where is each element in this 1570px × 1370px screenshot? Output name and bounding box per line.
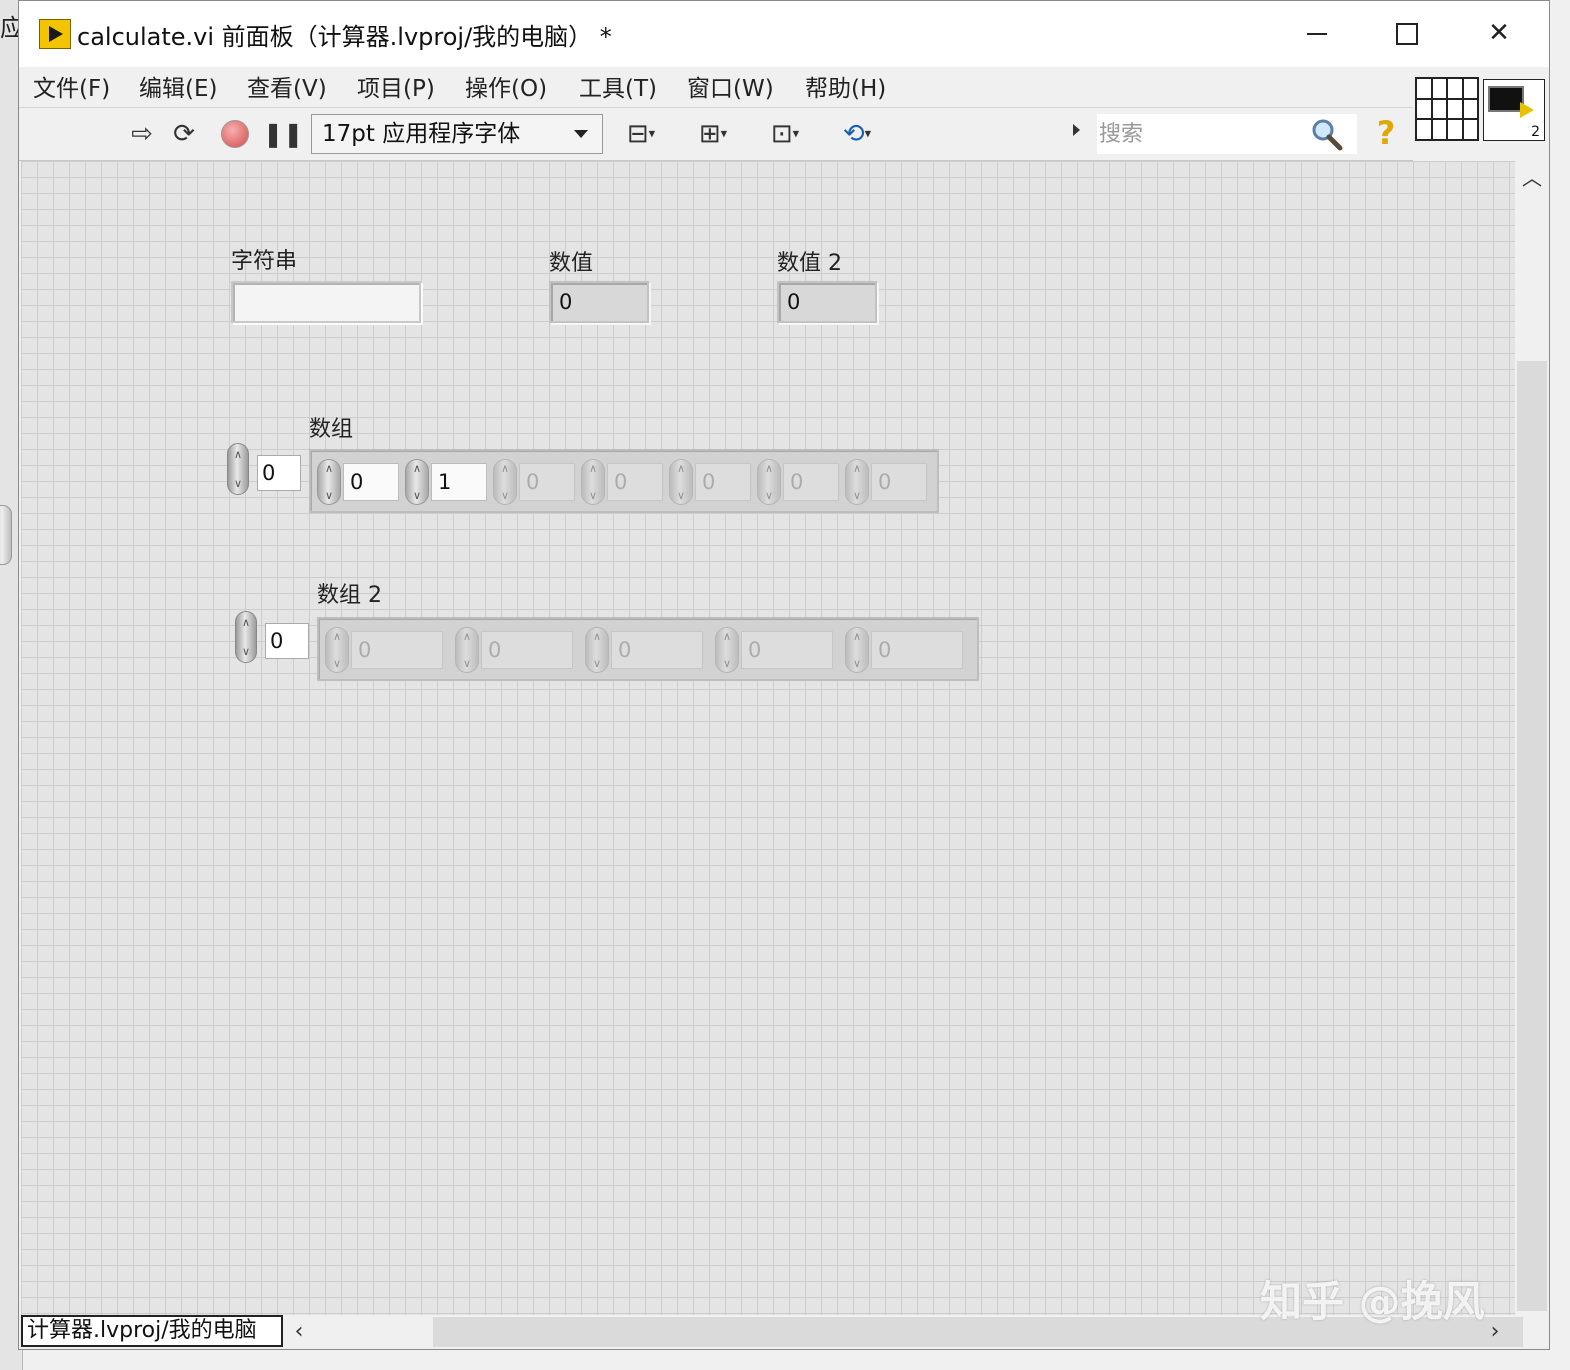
toolbar: ⇨ ⟳ ❚❚ 17pt 应用程序字体 ⊟▾ ⊞▾ ⊡▾ ⟲▾ ?	[19, 107, 1413, 161]
window-title: calculate.vi 前面板（计算器.lvproj/我的电脑） *	[77, 23, 612, 51]
array-2-element-value[interactable]: 0	[481, 631, 573, 669]
vertical-scrollbar[interactable]: ︿	[1515, 161, 1549, 1315]
menu-edit[interactable]: 编辑(E)	[139, 69, 217, 103]
chevron-down-icon	[574, 130, 588, 138]
array-2-element-stepper[interactable]	[455, 627, 479, 673]
menu-help[interactable]: 帮助(H)	[805, 69, 886, 103]
front-panel-canvas[interactable]: 字符串 数值 0 数值 2 0 数组 0 0100000 数组 2 0 0000…	[21, 161, 1515, 1315]
menu-project[interactable]: 项目(P)	[357, 69, 435, 103]
array-2-element[interactable]: 0	[585, 627, 711, 673]
minimize-icon	[1307, 32, 1327, 35]
array-2-element-value[interactable]: 0	[611, 631, 703, 669]
application-context-label: 计算器.lvproj/我的电脑	[21, 1315, 283, 1347]
array-1-label: 数组	[309, 417, 354, 442]
array-2-label: 数组 2	[317, 583, 382, 608]
distribute-objects-icon[interactable]: ⊞▾	[689, 118, 737, 150]
scroll-left-icon[interactable]: ‹	[287, 1317, 311, 1347]
array-1-element-value[interactable]: 1	[431, 463, 487, 501]
array-1-element-stepper[interactable]	[845, 459, 869, 505]
array-1-element-stepper[interactable]	[317, 459, 341, 505]
array-2-element[interactable]: 0	[845, 627, 971, 673]
vi-icon-pane[interactable]: 2	[1483, 79, 1545, 141]
array-2-element-stepper[interactable]	[845, 627, 869, 673]
array-1-element-stepper[interactable]	[757, 459, 781, 505]
font-select-value: 17pt 应用程序字体	[322, 121, 521, 147]
array-1-element[interactable]: 0	[845, 459, 929, 505]
array-1-element-value[interactable]: 0	[783, 463, 839, 501]
maximize-button[interactable]	[1367, 7, 1447, 59]
help-icon[interactable]: ?	[1371, 114, 1401, 152]
array-2-index[interactable]: 0	[265, 623, 309, 659]
string-control[interactable]	[231, 281, 421, 323]
array-1-element-stepper[interactable]	[581, 459, 605, 505]
array-1-element-value[interactable]: 0	[607, 463, 663, 501]
run-arrow-badge-icon	[1520, 102, 1534, 118]
watermark: 知乎 @挽风	[1260, 1277, 1485, 1326]
run-arrow-icon[interactable]: ⇨	[125, 118, 159, 150]
menu-file[interactable]: 文件(F)	[33, 69, 110, 103]
array-1-element-stepper[interactable]	[669, 459, 693, 505]
menu-bar: 文件(F) 编辑(E) 查看(V) 项目(P) 操作(O) 工具(T) 窗口(W…	[19, 67, 1413, 107]
array-1-element[interactable]: 0	[757, 459, 841, 505]
minimize-button[interactable]	[1277, 7, 1357, 59]
array-2-element[interactable]: 0	[325, 627, 451, 673]
scroll-up-icon[interactable]: ︿	[1515, 163, 1549, 193]
array-2-element[interactable]: 0	[455, 627, 581, 673]
pause-icon[interactable]: ❚❚	[263, 118, 303, 150]
array-1-element[interactable]: 0	[317, 459, 401, 505]
menu-view[interactable]: 查看(V)	[247, 69, 327, 103]
numeric-1-label: 数值	[549, 251, 594, 276]
labview-front-panel-window: calculate.vi 前面板（计算器.lvproj/我的电脑） * ✕ 文件…	[18, 0, 1550, 1350]
close-icon: ✕	[1488, 18, 1510, 48]
array-1-frame: 0100000	[309, 449, 939, 513]
menu-operate[interactable]: 操作(O)	[465, 69, 547, 103]
connector-pane[interactable]	[1415, 77, 1479, 141]
search-expand-arrow-icon[interactable]	[1073, 124, 1080, 136]
maximize-icon	[1396, 22, 1418, 45]
scroll-right-icon[interactable]: ›	[1483, 1317, 1507, 1347]
abort-icon[interactable]	[221, 120, 249, 148]
vi-icon-number: 2	[1531, 124, 1540, 140]
numeric-1-indicator[interactable]: 0	[549, 281, 649, 323]
array-1-element[interactable]: 1	[405, 459, 489, 505]
labview-vi-icon	[39, 19, 71, 49]
array-1-element-stepper[interactable]	[493, 459, 517, 505]
array-1-element-value[interactable]: 0	[695, 463, 751, 501]
array-2-element-stepper[interactable]	[585, 627, 609, 673]
array-2-element-value[interactable]: 0	[351, 631, 443, 669]
array-2-element-stepper[interactable]	[715, 627, 739, 673]
numeric-2-label: 数值 2	[777, 251, 842, 276]
waveform-icon	[1488, 86, 1524, 112]
run-continuously-icon[interactable]: ⟳	[167, 118, 201, 150]
menu-window[interactable]: 窗口(W)	[687, 69, 774, 103]
array-2-element-stepper[interactable]	[325, 627, 349, 673]
array-2-frame: 00000	[317, 617, 979, 681]
array-1-element-value[interactable]: 0	[519, 463, 575, 501]
array-1-element[interactable]: 0	[669, 459, 753, 505]
numeric-2-indicator[interactable]: 0	[777, 281, 877, 323]
array-2-element-value[interactable]: 0	[871, 631, 963, 669]
array-1-index[interactable]: 0	[257, 455, 301, 491]
vertical-scroll-thumb[interactable]	[1517, 361, 1547, 1311]
array-1-element-value[interactable]: 0	[871, 463, 927, 501]
array-1-index-stepper[interactable]	[227, 443, 249, 495]
resize-objects-icon[interactable]: ⊡▾	[761, 118, 809, 150]
array-1-element[interactable]: 0	[493, 459, 577, 505]
array-1-element-value[interactable]: 0	[343, 463, 399, 501]
array-2-index-stepper[interactable]	[235, 611, 257, 663]
title-bar[interactable]: calculate.vi 前面板（计算器.lvproj/我的电脑） * ✕	[19, 1, 1549, 67]
background-stepper	[0, 505, 12, 565]
close-button[interactable]: ✕	[1459, 7, 1539, 59]
string-control-label: 字符串	[231, 249, 298, 274]
array-1-element[interactable]: 0	[581, 459, 665, 505]
array-1-element-stepper[interactable]	[405, 459, 429, 505]
array-2-element-value[interactable]: 0	[741, 631, 833, 669]
array-2-element[interactable]: 0	[715, 627, 841, 673]
search-icon[interactable]	[1309, 116, 1345, 152]
reorder-icon[interactable]: ⟲▾	[833, 118, 881, 150]
menu-tools[interactable]: 工具(T)	[579, 69, 657, 103]
text-settings-dropdown[interactable]: 17pt 应用程序字体	[311, 114, 603, 154]
align-objects-icon[interactable]: ⊟▾	[617, 118, 665, 150]
